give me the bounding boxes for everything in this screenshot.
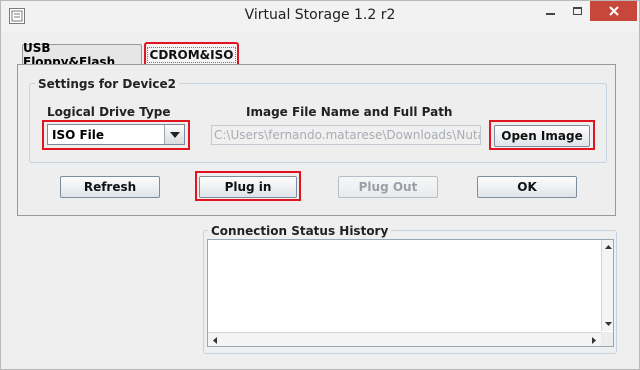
image-path-label: Image File Name and Full Path <box>246 105 453 119</box>
title-bar: Virtual Storage 1.2 r2 <box>1 1 639 31</box>
minimize-button[interactable] <box>537 1 563 21</box>
select-value: ISO File <box>52 127 105 142</box>
open-image-button[interactable]: Open Image <box>494 125 590 147</box>
maximize-button[interactable] <box>564 1 590 21</box>
scroll-left-icon[interactable] <box>210 335 220 345</box>
scrollbar-corner <box>601 332 613 346</box>
logical-drive-type-select[interactable]: ISO File <box>47 124 185 145</box>
close-icon <box>608 6 619 16</box>
chevron-down-icon[interactable] <box>164 125 184 144</box>
tab-label: CDROM&ISO <box>146 46 237 63</box>
ok-button[interactable]: OK <box>477 176 577 198</box>
connection-status-log[interactable] <box>207 239 614 347</box>
settings-group-title: Settings for Device2 <box>35 77 180 91</box>
connection-status-title: Connection Status History <box>208 224 392 238</box>
scroll-up-icon[interactable] <box>603 242 613 252</box>
scroll-down-icon[interactable] <box>603 319 613 329</box>
refresh-button[interactable]: Refresh <box>60 176 160 198</box>
close-button[interactable] <box>590 1 637 21</box>
logical-drive-type-label: Logical Drive Type <box>47 105 171 119</box>
tab-usb-floppy-flash[interactable]: USB Floppy&Flash <box>22 41 142 69</box>
image-path-field[interactable]: C:\Users\fernando.matarese\Downloads\Nut… <box>211 125 481 145</box>
maximize-icon <box>572 7 582 15</box>
virtual-storage-window: Virtual Storage 1.2 r2 USB Floppy&Flash … <box>0 0 640 370</box>
vertical-scrollbar[interactable] <box>601 240 613 331</box>
tab-cdrom-iso[interactable]: CDROM&ISO <box>144 42 239 66</box>
plug-out-button: Plug Out <box>338 176 438 198</box>
plug-in-button[interactable]: Plug in <box>199 176 297 198</box>
scroll-right-icon[interactable] <box>589 335 599 345</box>
minimize-icon <box>545 13 555 15</box>
horizontal-scrollbar[interactable] <box>208 332 601 346</box>
